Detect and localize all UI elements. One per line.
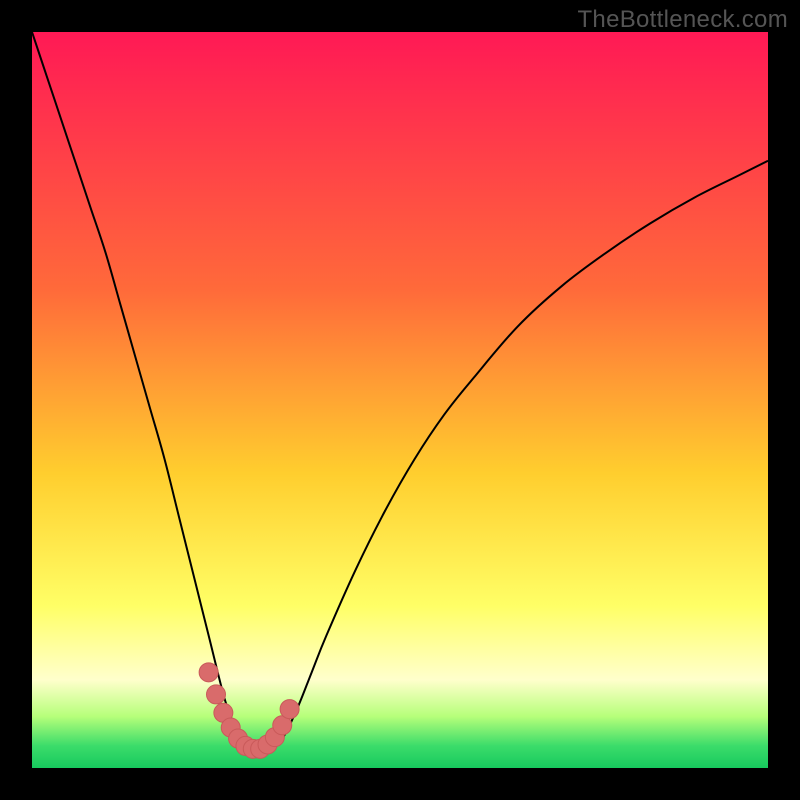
chart-frame: TheBottleneck.com: [0, 0, 800, 800]
trough-marker: [199, 663, 218, 682]
plot-area: [32, 32, 768, 768]
trough-marker: [207, 685, 226, 704]
gradient-background: [32, 32, 768, 768]
bottleneck-chart: [32, 32, 768, 768]
trough-marker: [280, 700, 299, 719]
watermark-text: TheBottleneck.com: [577, 6, 788, 34]
